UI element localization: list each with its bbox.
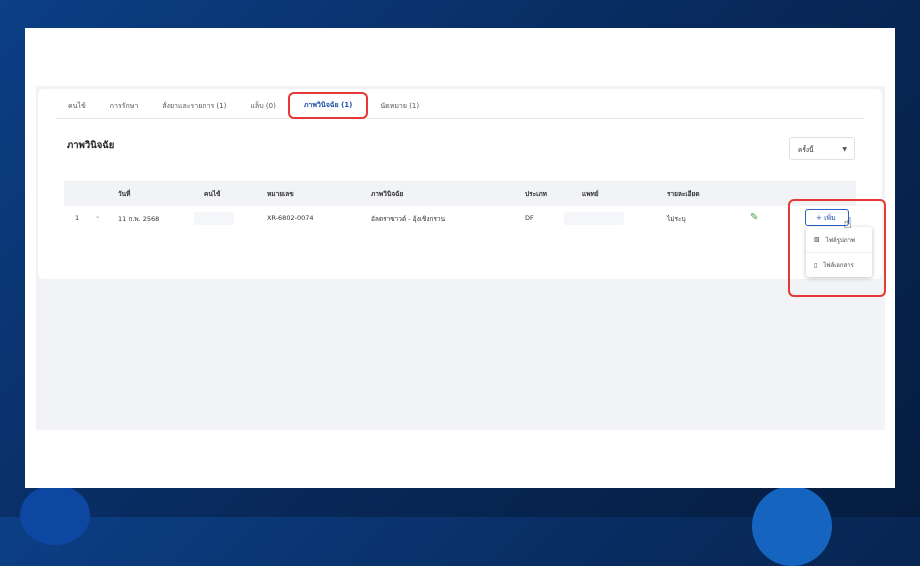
row-number: XR-6802-0074 <box>267 214 314 222</box>
col-type: ประเภท <box>525 190 547 198</box>
row-detail: ไม่ระบุ <box>667 215 686 223</box>
menu-item-document-file[interactable]: ▯ ไฟล์เอกสาร <box>806 252 872 277</box>
row-type: DF <box>525 214 534 222</box>
tab-appointments[interactable]: นัดหมาย (1) <box>368 101 431 112</box>
tab-patient[interactable]: คนไข้ <box>56 101 98 112</box>
row-date: 11 ก.พ. 2568 <box>118 215 160 223</box>
tab-lab[interactable]: แล็บ (0) <box>238 101 287 112</box>
col-number: หมายเลข <box>267 190 294 198</box>
tab-bar: คนไข้ การรักษา สั่งยาและรายการ (1) แล็บ … <box>56 89 864 119</box>
add-menu: ▧ ไฟล์รูปภาพ ▯ ไฟล์เอกสาร <box>806 227 872 277</box>
tab-imaging[interactable]: ภาพวินิจฉัย (1) <box>287 92 369 119</box>
doctor-redacted <box>564 212 624 225</box>
app-window: คนไข้ การรักษา สั่งยาและรายการ (1) แล็บ … <box>25 28 895 488</box>
section-title: ภาพวินิจฉัย <box>67 140 115 151</box>
col-date: วันที่ <box>118 190 131 198</box>
row-imaging: อัลตราซาวด์ - อุ้งเชิงกราน <box>371 215 446 223</box>
select-value: ครั้งนี้ <box>798 146 814 154</box>
table-header: วันที่ คนไข้ หมายเลข ภาพวินิจฉัย ประเภท … <box>64 181 856 206</box>
caret-down-icon: ▼ <box>842 146 847 153</box>
edit-icon[interactable]: ✎ <box>750 212 758 223</box>
tab-treatment[interactable]: การรักษา <box>98 101 150 112</box>
menu-label: ไฟล์เอกสาร <box>823 262 854 269</box>
decorative-circle <box>752 486 832 566</box>
tab-orders[interactable]: สั่งยาและรายการ (1) <box>150 101 238 112</box>
col-doctor: แพทย์ <box>582 190 599 198</box>
menu-label: ไฟล์รูปภาพ <box>825 236 855 244</box>
row-index: 1 <box>75 214 80 222</box>
chevron-down-icon[interactable]: ⌄ <box>95 212 100 220</box>
menu-item-image-file[interactable]: ▧ ไฟล์รูปภาพ <box>806 227 872 252</box>
hand-cursor-icon: ☝ <box>843 214 853 232</box>
visit-filter-select[interactable]: ครั้งนี้ ▼ <box>789 137 855 160</box>
patient-redacted <box>194 212 234 225</box>
document-icon: ▯ <box>814 261 818 269</box>
col-patient: คนไข้ <box>204 190 221 198</box>
table-row: 1 ⌄ 11 ก.พ. 2568 XR-6802-0074 อัลตราซาวด… <box>64 206 856 231</box>
imaging-card: คนไข้ การรักษา สั่งยาและรายการ (1) แล็บ … <box>38 89 882 279</box>
plus-icon: + <box>816 214 825 222</box>
col-detail: รายละเอียด <box>667 190 700 198</box>
image-icon: ▧ <box>814 236 820 243</box>
decorative-circle <box>20 485 90 545</box>
col-imaging: ภาพวินิจฉัย <box>371 190 404 198</box>
add-label: เพิ่ม <box>824 214 836 222</box>
